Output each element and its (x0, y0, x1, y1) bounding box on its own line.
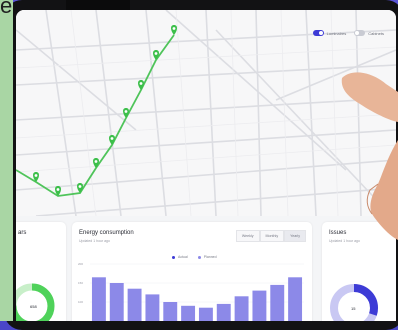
y-tick-label: 200 (78, 262, 83, 266)
map-canvas[interactable] (16, 10, 396, 216)
energy-bar[interactable] (145, 294, 160, 321)
map-pin-icon[interactable] (109, 135, 115, 145)
toggle-cabinets[interactable]: Cabinets (354, 30, 384, 36)
energy-bar[interactable] (234, 296, 249, 321)
issues-donut-value: 15 (351, 306, 356, 311)
luminaires-label: Luminaires (326, 30, 347, 36)
cabinets-label: Cabinets (368, 30, 384, 36)
status-card[interactable]: ars 658 (16, 222, 66, 321)
cropped-heading-letter: e (0, 0, 12, 18)
tablet-frame: Luminaires Cabinets ars 658 Energy consu… (4, 0, 398, 330)
energy-bar-chart: 200 150 100 (78, 262, 304, 321)
street-map[interactable]: Luminaires Cabinets (16, 10, 396, 216)
energy-bar[interactable] (252, 290, 267, 321)
dashboard-screen: Luminaires Cabinets ars 658 Energy consu… (16, 10, 396, 321)
map-pin-icon[interactable] (138, 80, 144, 90)
energy-bar[interactable] (270, 284, 285, 321)
map-pin-icon[interactable] (77, 183, 83, 193)
side-panel (0, 0, 13, 321)
issues-donut: 15 (330, 284, 378, 321)
cabinets-switch[interactable] (354, 30, 366, 36)
energy-bar[interactable] (91, 277, 106, 321)
energy-consumption-card[interactable]: Energy consumption Updated 1 hour ago We… (72, 222, 312, 321)
energy-bar[interactable] (181, 305, 196, 321)
energy-bar[interactable] (288, 277, 303, 321)
map-layer-toggles: Luminaires Cabinets (312, 30, 384, 36)
map-pin-icon[interactable] (171, 25, 177, 35)
status-donut: 658 (16, 283, 55, 321)
energy-bar[interactable] (163, 302, 178, 321)
map-pin-icon[interactable] (123, 108, 129, 118)
energy-bar[interactable] (216, 303, 231, 321)
status-donut-value: 658 (30, 304, 37, 309)
energy-bar[interactable] (109, 283, 124, 321)
issues-card[interactable]: Issues Updated 1 hour ago 15 (322, 222, 396, 321)
energy-bar[interactable] (127, 288, 142, 321)
energy-bar[interactable] (198, 307, 213, 321)
toggle-luminaires[interactable]: Luminaires (312, 30, 347, 36)
y-tick-label: 100 (78, 300, 83, 304)
map-streets (16, 10, 396, 216)
luminaires-switch[interactable] (312, 30, 324, 36)
dashboard-cards: ars 658 Energy consumption Updated 1 hou… (16, 222, 396, 321)
y-tick-label: 150 (78, 281, 83, 285)
